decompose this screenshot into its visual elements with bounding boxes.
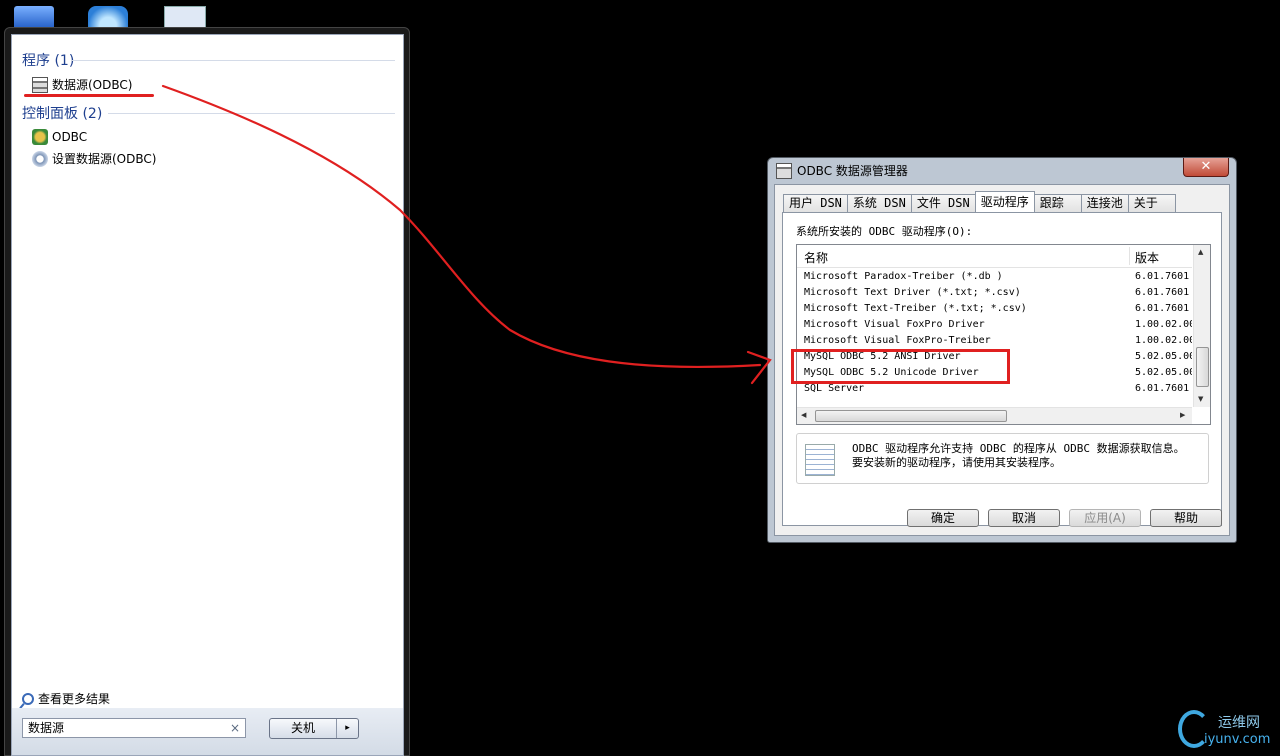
watermark-text-cn: 运维网 bbox=[1218, 715, 1260, 731]
annotation-arrow bbox=[161, 84, 772, 385]
tab-drivers[interactable]: 驱动程序 bbox=[974, 191, 1035, 212]
watermark: 运维网 iyunv.com bbox=[1176, 706, 1280, 754]
watermark-text-url: iyunv.com bbox=[1204, 732, 1271, 747]
